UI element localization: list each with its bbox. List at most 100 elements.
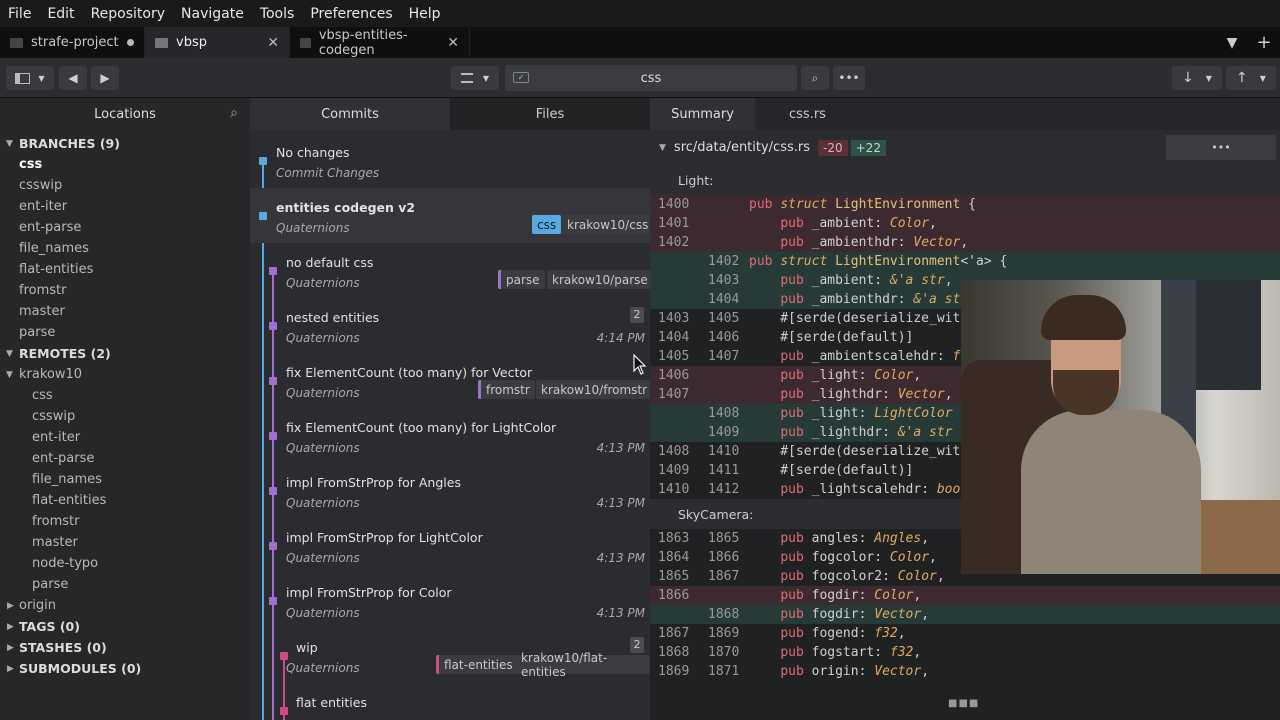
mouse-cursor-icon [633,354,647,375]
tab-strafe-project[interactable]: strafe-project [0,27,145,58]
branches-header[interactable]: ▼ BRANCHES (9) [0,133,250,154]
push-button[interactable]: ↑ ▼ [1226,66,1276,90]
menu-edit[interactable]: Edit [39,6,82,22]
remote-branch-item[interactable]: flat-entities [0,490,250,511]
tab-files[interactable]: Files [450,98,650,130]
tags-header[interactable]: ▶ TAGS (0) [0,616,250,637]
diff-line-removed[interactable]: 1402 pub _ambienthdr: Vector, [650,233,1280,252]
commit-row[interactable]: wip Quaternions 2 flat-entities krakow10… [250,628,650,683]
ellipsis-icon: ••• [838,71,860,85]
branch-item[interactable]: flat-entities [0,259,250,280]
branch-item[interactable]: fromstr [0,280,250,301]
remote-branch-item[interactable]: file_names [0,469,250,490]
close-icon[interactable]: ✕ [447,35,459,51]
menu-repository[interactable]: Repository [83,6,173,22]
remote-branch-item[interactable]: fromstr [0,511,250,532]
pull-button[interactable]: ↓ ▼ [1172,66,1222,90]
remote-branch-badge[interactable]: krakow10/fromstr [536,380,650,399]
remote-branch-item[interactable]: node-typo [0,553,250,574]
remote-branch-badge[interactable]: krakow10/flat-entities [516,651,650,679]
remote-item[interactable]: ▼ krakow10 [0,364,250,385]
commit-row[interactable]: impl FromStrProp for LightColor Quaterni… [250,518,650,573]
more-button[interactable]: ••• [833,66,865,90]
menu-file[interactable]: File [0,6,39,22]
remote-item-origin[interactable]: ▶ origin [0,595,250,616]
tab-label: Summary [671,106,734,122]
branch-label: flat-entities [32,493,107,508]
stash-button[interactable]: ▼ [451,66,499,90]
commit-row[interactable]: entities codegen v2 Quaternions css krak… [250,188,650,243]
diff-line-context[interactable]: 1869 1871 pub origin: Vector, [650,662,1280,681]
branch-item[interactable]: css [0,154,250,175]
branch-item[interactable]: master [0,301,250,322]
scroll-indicator[interactable]: ■■■ [948,698,979,709]
commit-row[interactable]: nested entities Quaternions 2 4:14 PM [250,298,650,353]
remote-branch-item[interactable]: csswip [0,406,250,427]
commit-row[interactable]: No changes Commit Changes [250,133,650,188]
file-options-button[interactable]: ••• [1166,135,1276,160]
commit-row[interactable]: no default css Quaternions parse krakow1… [250,243,650,298]
remote-branch-item[interactable]: parse [0,574,250,595]
triangle-down-icon: ▼ [6,348,13,359]
branch-badge[interactable]: fromstr [478,380,535,399]
commit-title: nested entities [286,310,380,325]
diff-line-context[interactable]: 1867 1869 pub fogend: f32, [650,624,1280,643]
branch-item[interactable]: parse [0,322,250,343]
diff-line-removed[interactable]: 1401 pub _ambient: Color, [650,214,1280,233]
commit-row[interactable]: fix ElementCount (too many) for LightCol… [250,408,650,463]
menu-help[interactable]: Help [401,6,449,22]
menu-preferences[interactable]: Preferences [302,6,400,22]
branch-item[interactable]: ent-parse [0,217,250,238]
diff-line-removed[interactable]: 1400 pub struct LightEnvironment { [650,195,1280,214]
diff-line-context[interactable]: 1868 1870 pub fogstart: f32, [650,643,1280,662]
remote-branch-item[interactable]: ent-parse [0,448,250,469]
search-input[interactable]: ✓ css [505,65,797,91]
commit-row[interactable]: impl FromStrProp for Angles Quaternions … [250,463,650,518]
remote-branch-badge[interactable]: krakow10/parse [547,270,650,289]
new-line-number: 1408 [708,406,740,421]
branch-badge[interactable]: parse [498,270,545,289]
sidebar-toggle-button[interactable]: ▼ [6,66,54,90]
graph-node [269,267,277,275]
remotes-header[interactable]: ▼ REMOTES (2) [0,343,250,364]
remote-branch-item[interactable]: master [0,532,250,553]
tab-vbsp-entities-codegen[interactable]: vbsp-entities-codegen ✕ [290,27,470,58]
remote-branch-item[interactable]: ent-iter [0,427,250,448]
diff-line-added[interactable]: 1868 pub fogdir: Vector, [650,605,1280,624]
diff-line-removed[interactable]: 1866 pub fogdir: Color, [650,586,1280,605]
commit-row[interactable]: flat entities [250,683,650,720]
branch-badge[interactable]: css [532,215,562,234]
commit-row[interactable]: impl FromStrProp for Color Quaternions 4… [250,573,650,628]
new-line-number: 1867 [708,569,740,584]
branch-item[interactable]: ent-iter [0,196,250,217]
file-header[interactable]: ▼ src/data/entity/css.rs -20 +22 ••• [650,130,1280,165]
new-tab-plus-icon[interactable]: + [1248,27,1280,58]
toolbar: ▼ ◀ ▶ ▼ ✓ css ⌕ ••• ↓ ▼ ↑ ▼ [0,58,1280,98]
chevron-down-icon: ▼ [38,73,45,83]
chevron-down-icon: ▼ [482,73,490,83]
search-button[interactable]: ⌕ [801,66,829,90]
close-icon[interactable]: ✕ [267,35,279,51]
stashes-header[interactable]: ▶ STASHES (0) [0,637,250,658]
tab-css-rs[interactable]: css.rs [755,98,860,130]
menu-tools[interactable]: Tools [252,6,303,22]
diff-line-added[interactable]: 1402 pub struct LightEnvironment<'a> { [650,252,1280,271]
forward-button[interactable]: ▶ [91,66,119,90]
branch-badge[interactable]: flat-entities [436,655,518,674]
commit-title: flat entities [296,695,367,710]
tab-list-chevron-icon[interactable]: ▼ [1216,27,1248,58]
commit-row[interactable]: fix ElementCount (too many) for Vector Q… [250,353,650,408]
branch-item[interactable]: file_names [0,238,250,259]
back-button[interactable]: ◀ [59,66,87,90]
tab-summary[interactable]: Summary [650,98,755,130]
tab-commits[interactable]: Commits [250,98,450,130]
tab-vbsp[interactable]: vbsp ✕ [145,27,290,58]
filter-icon: ✓ [513,72,529,83]
remote-branch-item[interactable]: css [0,385,250,406]
remote-branch-badge[interactable]: krakow10/css [562,215,650,234]
branch-label: node-typo [32,556,99,571]
menu-navigate[interactable]: Navigate [173,6,252,22]
branch-item[interactable]: csswip [0,175,250,196]
submodules-header[interactable]: ▶ SUBMODULES (0) [0,658,250,679]
search-icon[interactable]: ⌕ [230,105,238,121]
